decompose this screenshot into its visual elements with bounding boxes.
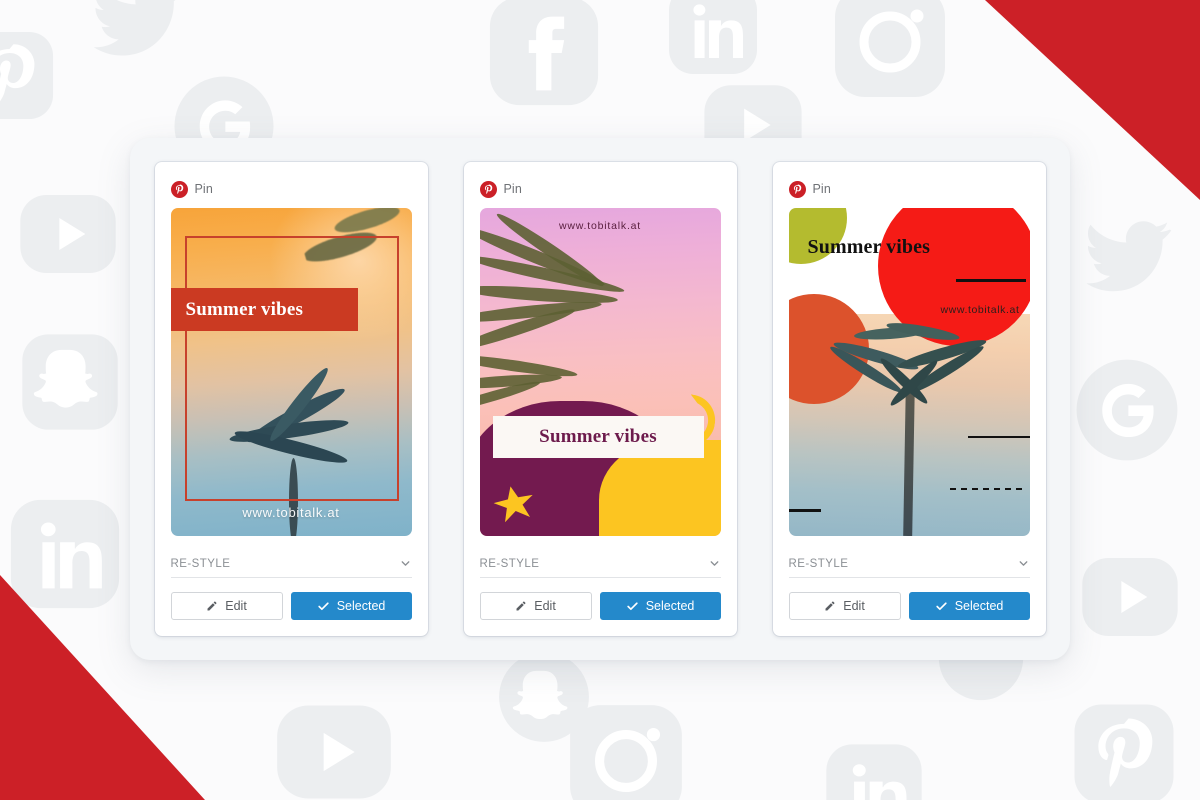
twitter-icon — [85, 0, 190, 70]
creative-headline-banner: Summer vibes — [170, 288, 359, 332]
restyle-label: RE-STYLE — [788, 557, 849, 570]
screenshot-root: Pin Summer vibes www.tobitalk.at RE-STYL… — [0, 0, 1200, 800]
network-label: Pin — [194, 182, 213, 197]
edit-button[interactable]: Edit — [788, 592, 901, 620]
creative-card[interactable]: Pin Summer vibes www.tobitalk.at RE-STYL… — [154, 162, 428, 636]
restyle-dropdown[interactable]: RE-STYLE — [170, 550, 412, 578]
decorative-dotted-rule — [949, 488, 1026, 491]
creative-card[interactable]: Pin Summer vibes www.tobitalk.at RE-STYL… — [772, 162, 1046, 636]
creative-preview-image[interactable]: Summer vibes www.tobitalk.at — [788, 208, 1030, 537]
youtube-icon — [16, 182, 120, 286]
restyle-label: RE-STYLE — [479, 557, 540, 570]
creative-headline: Summer vibes — [539, 426, 657, 448]
creative-frame — [184, 236, 399, 502]
instagram-icon — [830, 0, 950, 102]
restyle-dropdown[interactable]: RE-STYLE — [479, 550, 721, 578]
edit-label: Edit — [843, 599, 865, 613]
network-header: Pin — [170, 180, 412, 198]
creative-card[interactable]: Pin www.tobitalk.at Summer vibes RE-STYL… — [463, 162, 737, 636]
creative-url: www.tobitalk.at — [940, 304, 1020, 317]
pinterest-icon — [170, 180, 188, 198]
creative-url: www.tobitalk.at — [242, 505, 340, 521]
creative-headline: Summer vibes — [185, 298, 304, 320]
facebook-icon — [485, 0, 603, 110]
card-actions: Edit Selected — [170, 592, 412, 620]
edit-button[interactable]: Edit — [479, 592, 592, 620]
palm-crown-graphic — [827, 320, 988, 416]
edit-label: Edit — [534, 599, 556, 613]
pencil-icon — [515, 600, 527, 612]
linkedin-icon — [822, 740, 926, 800]
creative-preview-image[interactable]: www.tobitalk.at Summer vibes — [479, 208, 721, 537]
snapchat-icon — [18, 330, 122, 434]
restyle-dropdown[interactable]: RE-STYLE — [788, 550, 1030, 578]
pencil-icon — [206, 600, 218, 612]
instagram-icon — [565, 700, 687, 800]
pinterest-icon — [1070, 700, 1178, 800]
chevron-down-icon — [708, 557, 721, 570]
pinterest-icon — [0, 28, 57, 123]
network-label: Pin — [503, 182, 522, 197]
card-actions: Edit Selected — [788, 592, 1030, 620]
decorative-rule — [788, 509, 821, 513]
selected-button[interactable]: Selected — [908, 592, 1030, 620]
selected-label: Selected — [645, 599, 695, 613]
decorative-rule — [967, 436, 1030, 439]
creative-headline: Summer vibes — [807, 236, 930, 259]
restyle-label: RE-STYLE — [170, 557, 231, 570]
chevron-down-icon — [399, 557, 412, 570]
pinterest-icon — [479, 180, 497, 198]
check-icon — [935, 600, 948, 613]
twitter-icon — [1078, 205, 1178, 305]
selected-button[interactable]: Selected — [290, 592, 412, 620]
selected-label: Selected — [336, 599, 386, 613]
pencil-icon — [824, 600, 836, 612]
creatives-list: Pin Summer vibes www.tobitalk.at RE-STYL… — [130, 138, 1070, 660]
linkedin-icon — [665, 0, 761, 78]
check-icon — [626, 600, 639, 613]
chevron-down-icon — [1017, 557, 1030, 570]
network-header: Pin — [788, 180, 1030, 198]
youtube-icon — [272, 690, 396, 800]
creative-preview-image[interactable]: Summer vibes www.tobitalk.at — [170, 208, 412, 537]
card-actions: Edit Selected — [479, 592, 721, 620]
creative-headline-banner: Summer vibes — [492, 416, 704, 459]
edit-label: Edit — [225, 599, 247, 613]
google-icon — [1072, 355, 1182, 465]
edit-button[interactable]: Edit — [170, 592, 283, 620]
pinterest-icon — [788, 180, 806, 198]
check-icon — [317, 600, 330, 613]
network-label: Pin — [812, 182, 831, 197]
network-header: Pin — [479, 180, 721, 198]
selected-button[interactable]: Selected — [599, 592, 721, 620]
selected-label: Selected — [954, 599, 1004, 613]
decorative-rule — [955, 279, 1026, 283]
creatives-panel: Pin Summer vibes www.tobitalk.at RE-STYL… — [130, 138, 1070, 660]
youtube-icon — [1078, 545, 1182, 649]
